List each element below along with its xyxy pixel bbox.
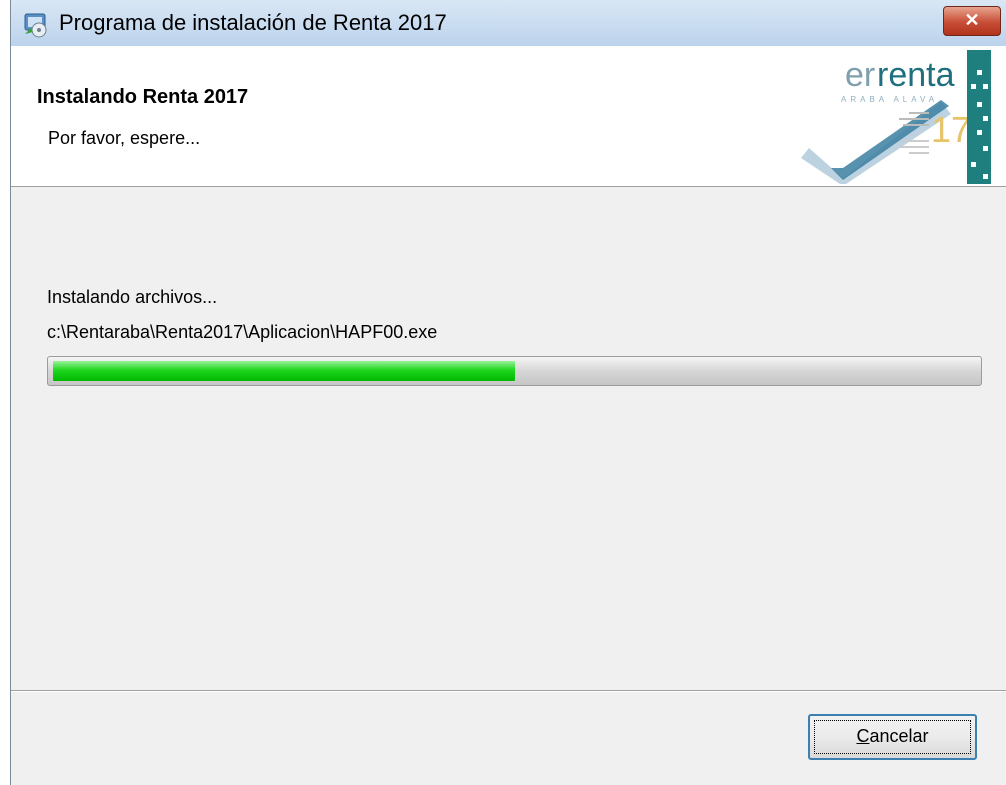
close-button[interactable]: ✕ bbox=[943, 6, 1001, 36]
focus-rectangle bbox=[814, 720, 971, 754]
title-bar[interactable]: Programa de instalación de Renta 2017 ✕ bbox=[11, 0, 1006, 47]
cancel-button[interactable]: Cancelar bbox=[808, 714, 977, 760]
window-title: Programa de instalación de Renta 2017 bbox=[59, 10, 447, 35]
svg-text:renta: renta bbox=[877, 56, 955, 94]
close-icon: ✕ bbox=[964, 10, 980, 30]
current-file-path: c:\Rentaraba\Renta2017\Aplicacion\HAPF00… bbox=[47, 322, 438, 342]
progress-fill bbox=[53, 361, 515, 381]
page-title: Instalando Renta 2017 bbox=[37, 86, 249, 108]
svg-text:ARABA ALAVA: ARABA ALAVA bbox=[841, 95, 938, 104]
installer-window: Programa de instalación de Renta 2017 ✕ … bbox=[10, 0, 1006, 785]
page-subtitle: Por favor, espere... bbox=[48, 128, 201, 148]
svg-text:17: 17 bbox=[931, 109, 971, 150]
errenta-logo: er renta ARABA ALAVA 17 bbox=[801, 50, 991, 184]
installer-icon bbox=[24, 13, 47, 38]
status-label: Instalando archivos... bbox=[47, 287, 218, 307]
install-progress-bar bbox=[47, 356, 982, 386]
header-banner: Instalando Renta 2017 Por favor, espere.… bbox=[11, 46, 1006, 187]
footer-divider bbox=[11, 690, 1006, 692]
svg-text:er: er bbox=[845, 56, 875, 94]
